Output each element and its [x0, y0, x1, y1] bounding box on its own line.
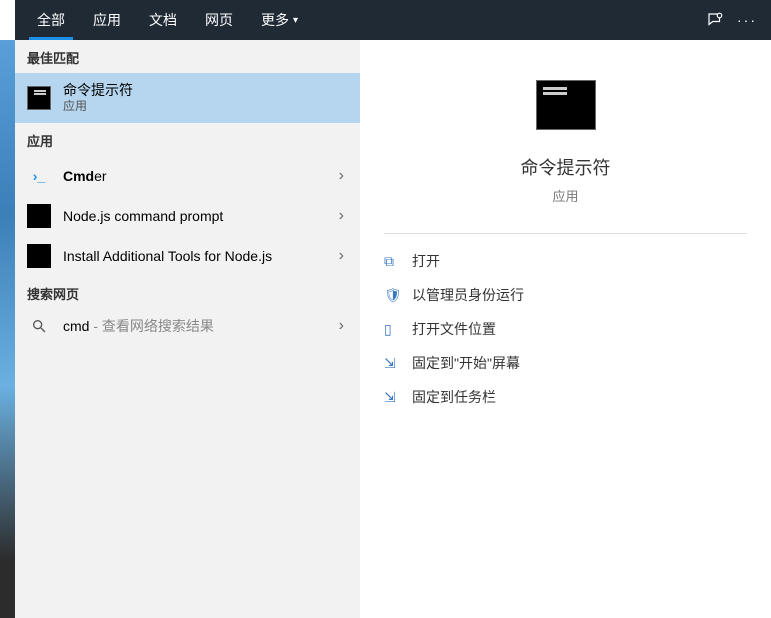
preview-subtitle: 应用 — [552, 186, 578, 205]
result-title: cmd - 查看网络搜索结果 — [63, 317, 335, 335]
result-title: 命令提示符 — [63, 81, 348, 99]
action-run-admin[interactable]: 🛡 以管理员身份运行 — [360, 278, 771, 312]
cmd-icon — [27, 86, 51, 110]
action-pin-taskbar[interactable]: ⇲ 固定到任务栏 — [360, 380, 771, 414]
section-best-match: 最佳匹配 — [15, 40, 360, 73]
tab-more[interactable]: 更多 ▾ — [247, 0, 312, 40]
more-options-icon[interactable]: ··· — [731, 0, 763, 40]
actions-list: ⧉ 打开 🛡 以管理员身份运行 ▯ 打开文件位置 ⇲ 固定到"开始"屏幕 ⇲ 固… — [360, 240, 771, 418]
chevron-right-icon[interactable]: › — [335, 167, 348, 185]
tab-label: 文档 — [149, 10, 177, 30]
tab-label: 全部 — [37, 10, 65, 30]
result-subtitle: 应用 — [63, 99, 348, 115]
folder-icon: ▯ — [384, 321, 412, 338]
result-title: Cmder — [63, 167, 335, 185]
tab-web[interactable]: 网页 — [191, 0, 247, 40]
app-result-node-cmd[interactable]: Node.js command prompt › — [15, 196, 360, 236]
app-result-cmder[interactable]: ›_ Cmder › — [15, 156, 360, 196]
tab-docs[interactable]: 文档 — [135, 0, 191, 40]
web-search-result[interactable]: cmd - 查看网络搜索结果 › — [15, 309, 360, 343]
chevron-right-icon[interactable]: › — [335, 247, 348, 265]
section-apps: 应用 — [15, 123, 360, 156]
pin-icon: ⇲ — [384, 389, 412, 406]
chevron-down-icon: ▾ — [293, 15, 298, 26]
result-title: Node.js command prompt — [63, 207, 335, 225]
search-icon — [27, 318, 51, 334]
result-title: Install Additional Tools for Node.js — [63, 247, 335, 265]
pin-icon: ⇲ — [384, 355, 412, 372]
cmder-icon: ›_ — [27, 164, 51, 188]
chevron-right-icon[interactable]: › — [335, 317, 348, 335]
action-open-location[interactable]: ▯ 打开文件位置 — [360, 312, 771, 346]
tab-apps[interactable]: 应用 — [79, 0, 135, 40]
action-open[interactable]: ⧉ 打开 — [360, 244, 771, 278]
cmd-large-icon — [536, 80, 596, 130]
action-label: 固定到"开始"屏幕 — [412, 353, 520, 373]
action-label: 以管理员身份运行 — [412, 285, 524, 305]
action-label: 打开文件位置 — [412, 319, 496, 339]
open-icon: ⧉ — [384, 253, 412, 270]
results-pane: 最佳匹配 命令提示符 应用 应用 ›_ Cmder › Node.js comm… — [15, 40, 360, 618]
tab-label: 更多 — [261, 10, 289, 30]
window-edge-strip — [0, 40, 15, 618]
tab-label: 网页 — [205, 10, 233, 30]
tab-all[interactable]: 全部 — [23, 0, 79, 40]
search-tabs: 全部 应用 文档 网页 更多 ▾ ··· — [15, 0, 771, 40]
chevron-right-icon[interactable]: › — [335, 207, 348, 225]
divider — [384, 233, 747, 234]
terminal-icon — [27, 244, 51, 268]
terminal-icon — [27, 204, 51, 228]
feedback-icon[interactable] — [699, 0, 731, 40]
preview-title: 命令提示符 — [521, 154, 611, 180]
tab-label: 应用 — [93, 10, 121, 30]
best-match-result[interactable]: 命令提示符 应用 — [15, 73, 360, 123]
admin-icon: 🛡 — [384, 287, 412, 304]
preview-header: 命令提示符 应用 — [360, 40, 771, 215]
action-label: 固定到任务栏 — [412, 387, 496, 407]
preview-pane: 命令提示符 应用 ⧉ 打开 🛡 以管理员身份运行 ▯ 打开文件位置 ⇲ 固定到"… — [360, 40, 771, 618]
action-label: 打开 — [412, 251, 440, 271]
action-pin-start[interactable]: ⇲ 固定到"开始"屏幕 — [360, 346, 771, 380]
app-result-node-tools[interactable]: Install Additional Tools for Node.js › — [15, 236, 360, 276]
section-web: 搜索网页 — [15, 276, 360, 309]
